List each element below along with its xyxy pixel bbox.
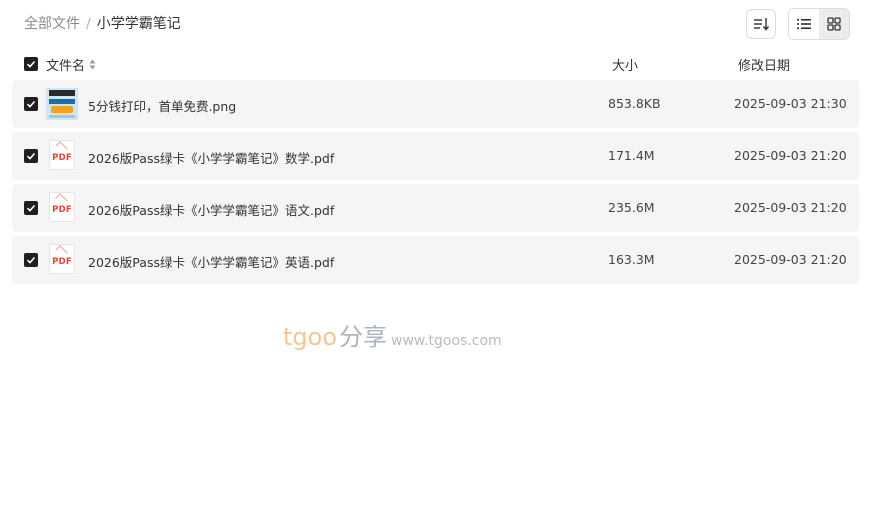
grid-view-button[interactable]: [819, 9, 849, 39]
checkmark-icon: [26, 152, 36, 160]
row-checkbox[interactable]: [24, 97, 38, 111]
row-checkbox[interactable]: [24, 149, 38, 163]
view-toolbar: [746, 8, 850, 40]
file-size: 163.3M: [608, 252, 655, 267]
file-row[interactable]: PDF 2026版Pass绿卡《小学学霸笔记》语文.pdf 235.6M 202…: [12, 184, 859, 232]
watermark-cn: 分享: [339, 323, 388, 351]
file-row[interactable]: PDF 2026版Pass绿卡《小学学霸笔记》英语.pdf 163.3M 202…: [12, 236, 859, 284]
checkmark-icon: [26, 256, 36, 264]
file-name[interactable]: 2026版Pass绿卡《小学学霸笔记》语文.pdf: [88, 200, 334, 219]
file-size: 853.8KB: [608, 96, 661, 111]
row-checkbox[interactable]: [24, 253, 38, 267]
column-header-size[interactable]: 大小: [612, 55, 638, 74]
breadcrumb-separator: /: [86, 16, 91, 32]
file-name[interactable]: 5分钱打印，首单免费.png: [88, 96, 236, 115]
view-mode-switch: [788, 8, 850, 40]
image-file-icon: [46, 88, 78, 120]
file-date: 2025-09-03 21:20: [734, 148, 847, 163]
checkmark-icon: [26, 60, 36, 68]
watermark: tgoo 分享 www.tgoos.com: [283, 322, 502, 356]
sort-toggle-icon: [89, 59, 96, 70]
column-header-date[interactable]: 修改日期: [738, 55, 790, 74]
grid-view-icon: [827, 17, 841, 31]
pdf-label: PDF: [52, 153, 72, 163]
list-view-button[interactable]: [789, 9, 819, 39]
checkmark-icon: [26, 100, 36, 108]
list-view-icon: [797, 19, 811, 29]
breadcrumb-current: 小学学霸笔记: [96, 16, 181, 32]
watermark-brand: tgoo: [283, 323, 338, 351]
pdf-file-icon: PDF: [46, 140, 78, 172]
file-row[interactable]: PDF 2026版Pass绿卡《小学学霸笔记》数学.pdf 171.4M 202…: [12, 132, 859, 180]
pdf-label: PDF: [52, 205, 72, 215]
pdf-file-icon: PDF: [46, 244, 78, 276]
file-name[interactable]: 2026版Pass绿卡《小学学霸笔记》数学.pdf: [88, 148, 334, 167]
file-date: 2025-09-03 21:30: [734, 96, 847, 111]
file-name[interactable]: 2026版Pass绿卡《小学学霸笔记》英语.pdf: [88, 252, 334, 271]
file-size: 235.6M: [608, 200, 655, 215]
row-checkbox[interactable]: [24, 201, 38, 215]
sort-button[interactable]: [746, 9, 776, 39]
breadcrumb-root-link[interactable]: 全部文件: [24, 14, 80, 34]
file-date: 2025-09-03 21:20: [734, 252, 847, 267]
column-header-name-label: 文件名: [46, 59, 86, 74]
checkmark-icon: [26, 204, 36, 212]
file-size: 171.4M: [608, 148, 655, 163]
file-row[interactable]: 5分钱打印，首单免费.png 853.8KB 2025-09-03 21:30: [12, 80, 859, 128]
pdf-file-icon: PDF: [46, 192, 78, 224]
file-list: 5分钱打印，首单免费.png 853.8KB 2025-09-03 21:30 …: [12, 80, 859, 288]
file-date: 2025-09-03 21:20: [734, 200, 847, 215]
file-table-header: 文件名 大小 修改日期: [12, 52, 859, 76]
breadcrumb: 全部文件 / 小学学霸笔记: [24, 14, 181, 34]
image-thumbnail: [46, 88, 78, 120]
pdf-label: PDF: [52, 257, 72, 267]
sort-icon: [754, 18, 769, 31]
select-all-checkbox[interactable]: [24, 57, 38, 71]
watermark-url: www.tgoos.com: [391, 333, 502, 349]
column-header-name[interactable]: 文件名: [46, 55, 96, 74]
